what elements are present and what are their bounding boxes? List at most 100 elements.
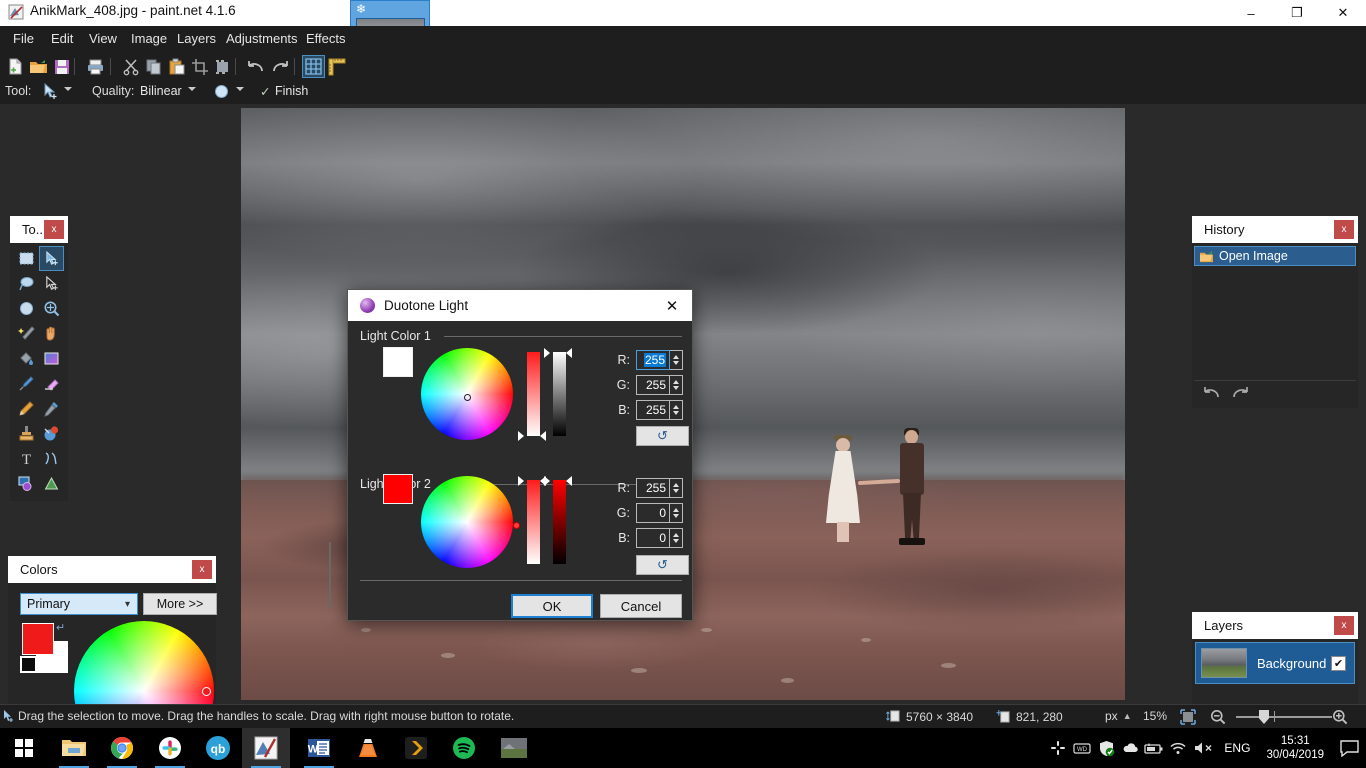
deselect-icon[interactable] bbox=[211, 55, 234, 78]
layer-row-background[interactable]: Background ✔ bbox=[1195, 642, 1355, 684]
microsoft-word-icon[interactable]: W bbox=[295, 728, 343, 768]
light-color-2-value-bar[interactable] bbox=[553, 480, 566, 564]
gradient-tool[interactable] bbox=[39, 346, 64, 371]
wifi-tray-icon[interactable] bbox=[1166, 728, 1190, 768]
pencil-tool[interactable] bbox=[14, 396, 39, 421]
language-indicator[interactable]: ENG bbox=[1224, 741, 1250, 755]
light-color-1-value-bar[interactable] bbox=[553, 352, 566, 436]
eraser-tool[interactable] bbox=[39, 371, 64, 396]
light-color-1-swatch[interactable] bbox=[383, 347, 413, 377]
g-input-1[interactable]: 255 bbox=[636, 375, 670, 395]
quality-dropdown-arrow-icon[interactable] bbox=[188, 87, 196, 91]
sampling-icon[interactable] bbox=[213, 83, 230, 100]
plex-icon[interactable] bbox=[392, 728, 440, 768]
cancel-button[interactable]: Cancel bbox=[600, 594, 682, 618]
undo-history-icon[interactable] bbox=[1202, 385, 1222, 401]
recolor-tool[interactable] bbox=[39, 421, 64, 446]
slack-icon[interactable] bbox=[146, 728, 194, 768]
lasso-select-tool[interactable] bbox=[14, 271, 39, 296]
r-input-1[interactable]: 255 bbox=[636, 350, 670, 370]
units-group[interactable]: px ▲ bbox=[1105, 709, 1132, 723]
grid-icon[interactable] bbox=[302, 55, 325, 78]
taskbar-clock[interactable]: 15:31 30/04/2019 bbox=[1266, 734, 1324, 762]
paintbrush-tool[interactable] bbox=[14, 371, 39, 396]
slack-tray-icon[interactable] bbox=[1046, 728, 1070, 768]
redo-icon[interactable] bbox=[268, 55, 291, 78]
layers-panel-title-bar[interactable]: Layers x bbox=[1192, 612, 1358, 639]
fit-to-window-button[interactable] bbox=[1180, 709, 1196, 725]
move-selection-tool[interactable] bbox=[39, 271, 64, 296]
menu-edit[interactable]: Edit bbox=[42, 26, 82, 52]
maximize-button[interactable]: ❐ bbox=[1274, 0, 1320, 26]
minimize-button[interactable]: – bbox=[1228, 0, 1274, 26]
light-color-1-saturation-bar[interactable] bbox=[527, 352, 540, 436]
vlc-media-player-icon[interactable] bbox=[344, 728, 392, 768]
shapes-rectangle-tool[interactable] bbox=[14, 471, 39, 496]
primary-color-swatch[interactable] bbox=[22, 623, 54, 655]
redo-history-icon[interactable] bbox=[1230, 385, 1250, 401]
onedrive-tray-icon[interactable] bbox=[1118, 728, 1142, 768]
menu-view[interactable]: View bbox=[80, 26, 126, 52]
photo-viewer-icon[interactable] bbox=[490, 728, 538, 768]
paste-icon[interactable] bbox=[165, 55, 188, 78]
b-spinner-1[interactable] bbox=[670, 400, 683, 420]
move-selected-tool[interactable] bbox=[39, 246, 64, 271]
color-picker-tool[interactable] bbox=[39, 396, 64, 421]
finish-button[interactable]: Finish bbox=[275, 84, 308, 98]
pan-tool[interactable] bbox=[39, 321, 64, 346]
zoom-slider-thumb[interactable] bbox=[1259, 710, 1269, 724]
color-wheel-cursor[interactable] bbox=[202, 687, 211, 696]
g-input-2[interactable]: 0 bbox=[636, 503, 670, 523]
b-input-1[interactable]: 255 bbox=[636, 400, 670, 420]
tools-panel-title-bar[interactable]: To... x bbox=[10, 216, 68, 243]
copy-icon[interactable] bbox=[142, 55, 165, 78]
units-dropdown-arrow-icon[interactable]: ▲ bbox=[1123, 711, 1132, 721]
b-input-2[interactable]: 0 bbox=[636, 528, 670, 548]
color-mode-select[interactable]: Primary ▾ bbox=[20, 593, 138, 615]
new-icon[interactable] bbox=[4, 55, 27, 78]
magic-wand-tool[interactable] bbox=[14, 321, 39, 346]
tool-dropdown-arrow-icon[interactable] bbox=[64, 87, 72, 91]
light-color-2-swatch[interactable] bbox=[383, 474, 413, 504]
start-button[interactable] bbox=[0, 728, 48, 768]
dialog-close-button[interactable]: ✕ bbox=[652, 290, 692, 321]
close-button[interactable]: ✕ bbox=[1320, 0, 1366, 26]
light-color-2-saturation-bar[interactable] bbox=[527, 480, 540, 564]
tools-panel-close-button[interactable]: x bbox=[44, 220, 64, 239]
colors-panel-title-bar[interactable]: Colors x bbox=[8, 556, 216, 583]
undo-icon[interactable] bbox=[244, 55, 267, 78]
ellipse-select-tool[interactable] bbox=[14, 296, 39, 321]
light-color-1-reset-button[interactable]: ↺ bbox=[636, 426, 689, 446]
history-item-open-image[interactable]: Open Image bbox=[1194, 246, 1356, 266]
cut-icon[interactable] bbox=[119, 55, 142, 78]
swap-colors-icon[interactable]: ↵ bbox=[56, 621, 65, 634]
zoom-in-button[interactable] bbox=[1332, 709, 1348, 725]
rectangle-select-tool[interactable] bbox=[14, 246, 39, 271]
rulers-icon[interactable] bbox=[325, 55, 348, 78]
crop-to-selection-icon[interactable] bbox=[188, 55, 211, 78]
reset-black-white-icon[interactable] bbox=[20, 656, 37, 673]
ok-button[interactable]: OK bbox=[511, 594, 593, 618]
menu-file[interactable]: File bbox=[4, 26, 43, 52]
paint-net-icon[interactable] bbox=[242, 728, 290, 768]
file-explorer-icon[interactable] bbox=[50, 728, 98, 768]
history-panel-title-bar[interactable]: History x bbox=[1192, 216, 1358, 243]
quality-value[interactable]: Bilinear bbox=[140, 84, 182, 98]
western-digital-tray-icon[interactable]: WD bbox=[1070, 728, 1094, 768]
text-tool[interactable]: T bbox=[14, 446, 39, 471]
windows-defender-tray-icon[interactable] bbox=[1094, 728, 1118, 768]
line-curve-tool[interactable] bbox=[39, 446, 64, 471]
quickbooks-icon[interactable]: qb bbox=[194, 728, 242, 768]
g-spinner-1[interactable] bbox=[670, 375, 683, 395]
more-colors-button[interactable]: More >> bbox=[143, 593, 217, 615]
print-icon[interactable] bbox=[84, 55, 107, 78]
shapes-triangle-tool[interactable] bbox=[39, 471, 64, 496]
colors-panel-close-button[interactable]: x bbox=[192, 560, 212, 579]
spotify-icon[interactable] bbox=[440, 728, 488, 768]
light-color-2-reset-button[interactable]: ↺ bbox=[636, 555, 689, 575]
g-spinner-2[interactable] bbox=[670, 503, 683, 523]
open-icon[interactable] bbox=[27, 55, 50, 78]
clone-stamp-tool[interactable] bbox=[14, 421, 39, 446]
r-spinner-1[interactable] bbox=[670, 350, 683, 370]
history-panel-close-button[interactable]: x bbox=[1334, 220, 1354, 239]
